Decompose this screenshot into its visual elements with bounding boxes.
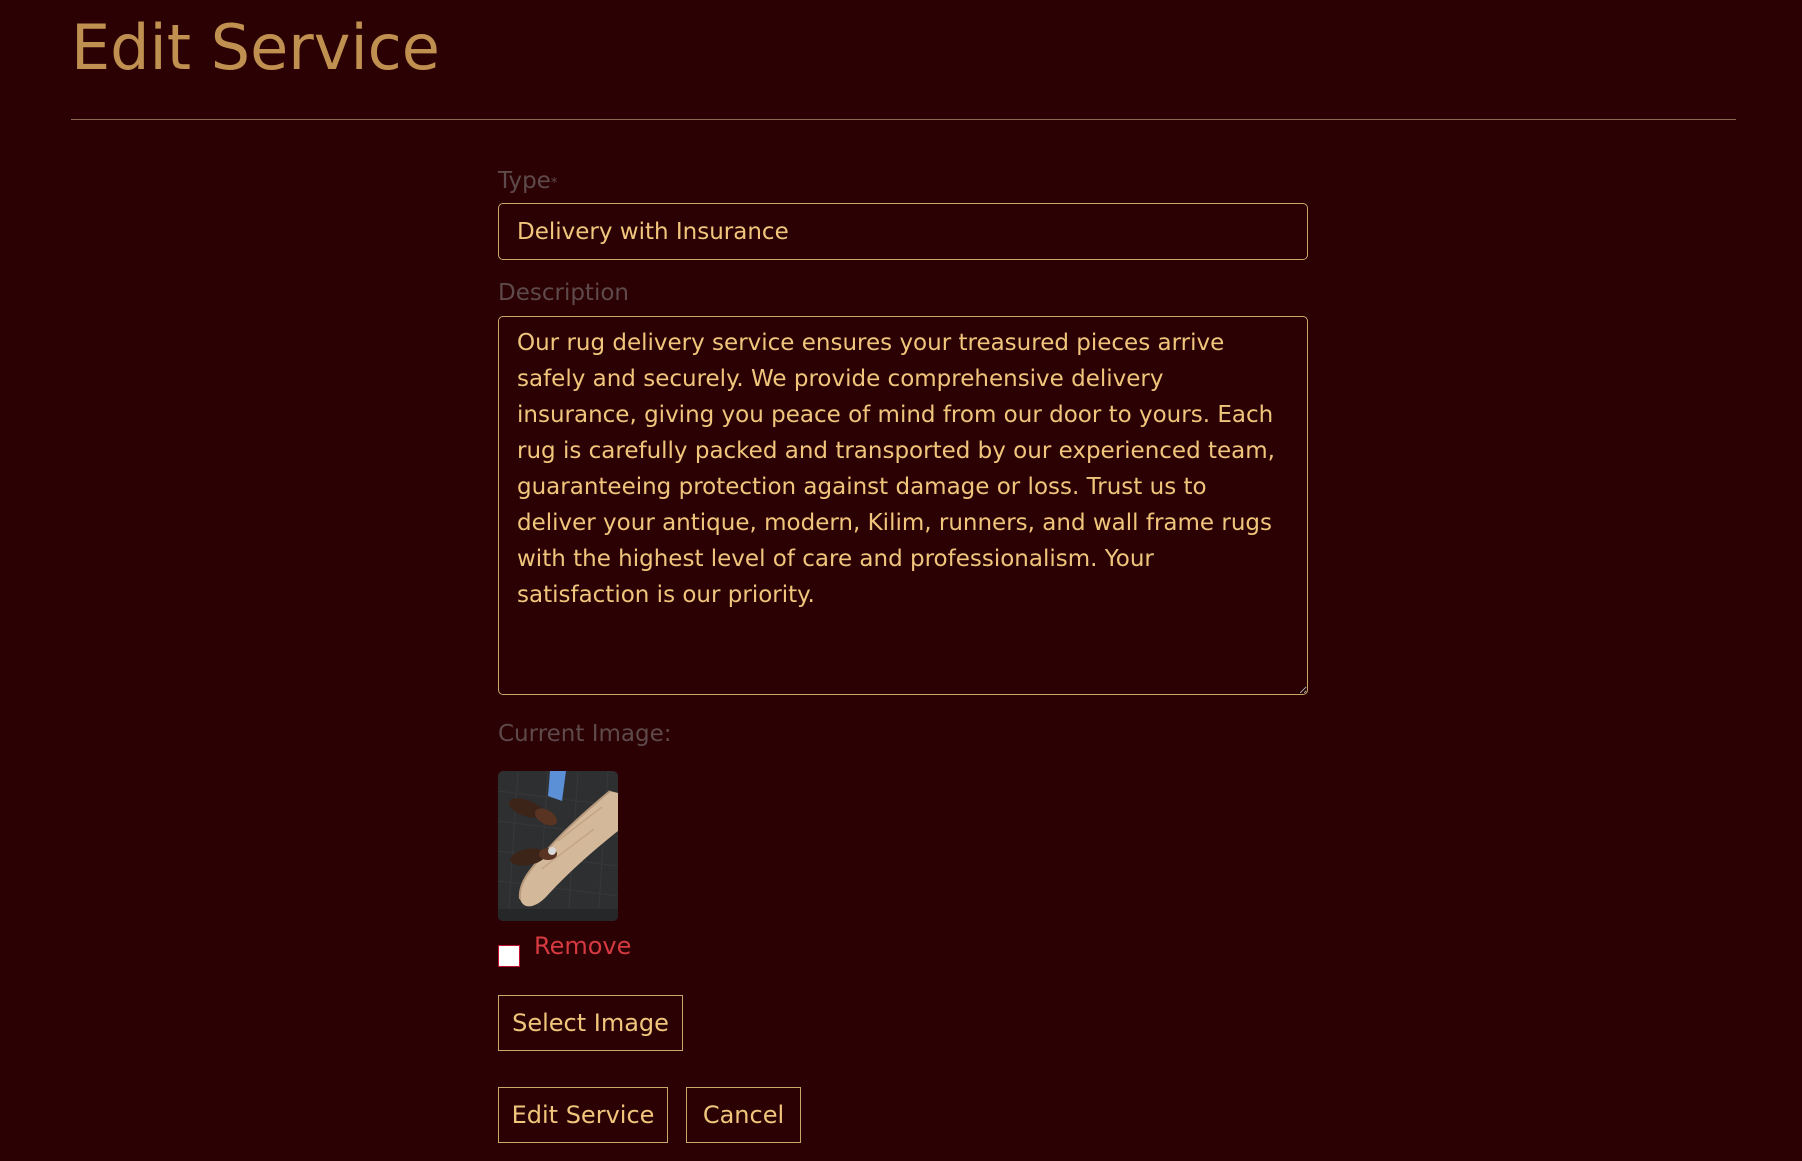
- current-image-label: Current Image:: [498, 721, 672, 747]
- description-label: Description: [498, 280, 629, 306]
- description-textarea[interactable]: Our rug delivery service ensures your tr…: [498, 316, 1308, 695]
- page-title: Edit Service: [71, 11, 440, 84]
- edit-service-form: Type* Description Our rug delivery servi…: [498, 164, 1308, 1143]
- type-label: Type*: [498, 164, 1308, 198]
- remove-image-label[interactable]: Remove: [534, 931, 631, 961]
- remove-image-row: Remove: [498, 931, 1308, 967]
- header-divider: [71, 119, 1736, 120]
- select-image-button[interactable]: Select Image: [498, 995, 683, 1051]
- form-actions: Edit Service Cancel: [498, 1087, 1308, 1143]
- remove-image-checkbox[interactable]: [498, 945, 520, 967]
- rug-photo: [498, 771, 618, 921]
- edit-service-button[interactable]: Edit Service: [498, 1087, 668, 1143]
- current-image-thumbnail: [498, 771, 618, 921]
- type-input[interactable]: [498, 203, 1308, 260]
- page: Edit Service Type* Description Our rug d…: [0, 0, 1802, 1161]
- cancel-button[interactable]: Cancel: [686, 1087, 801, 1143]
- required-marker: *: [550, 176, 558, 191]
- type-label-text: Type: [498, 168, 551, 194]
